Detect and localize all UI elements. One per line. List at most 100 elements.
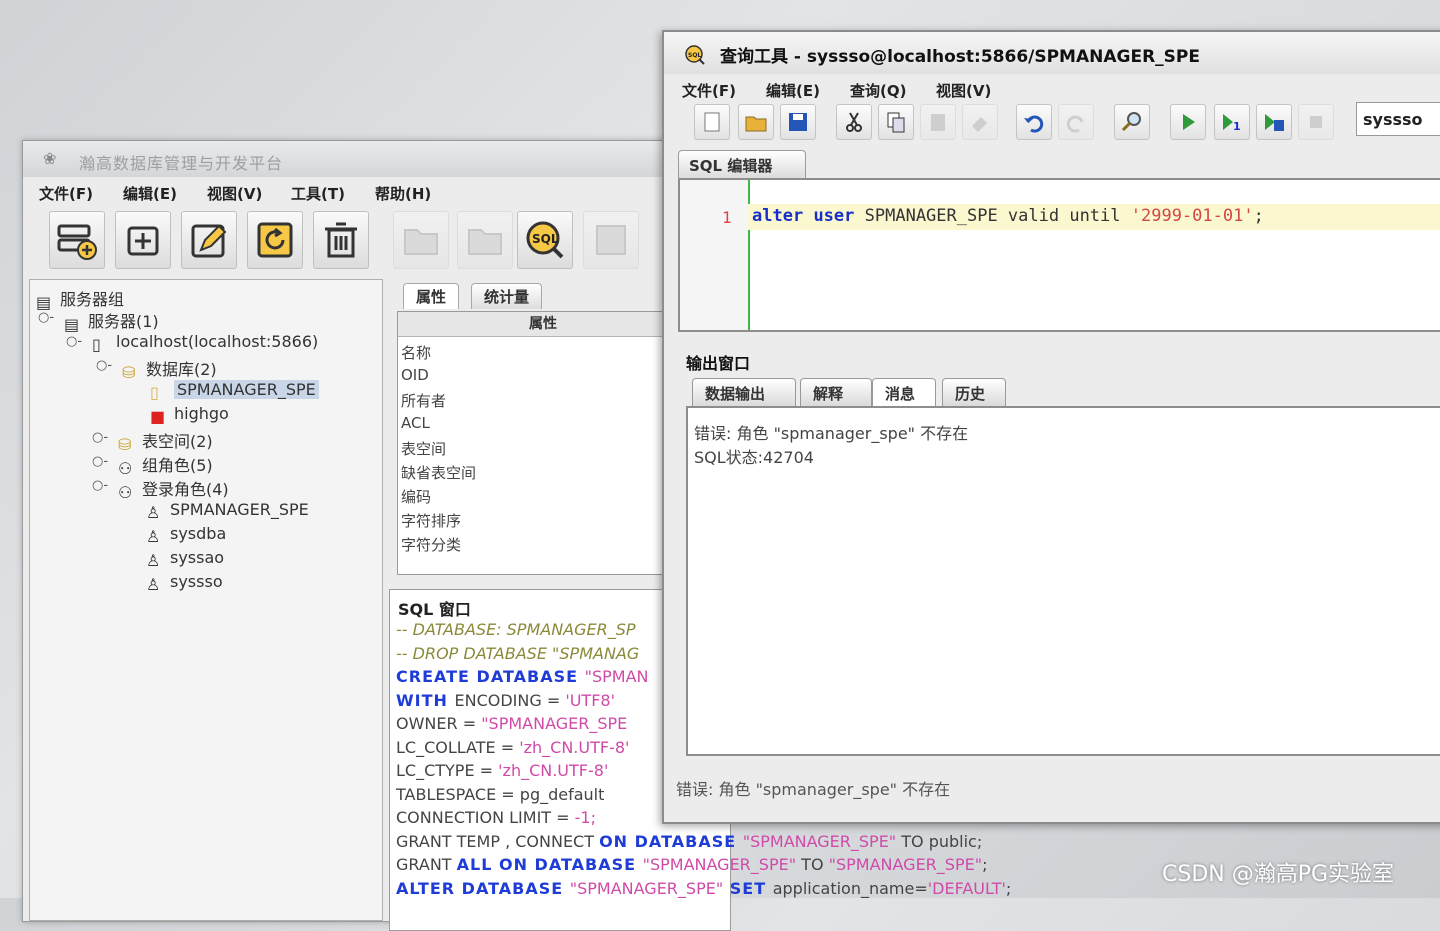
- sql-line: OWNER = "SPMANAGER_SPE: [396, 714, 627, 733]
- tablespace-icon: ⛁: [118, 435, 132, 454]
- sql-token: 'DEFAULT': [927, 878, 1006, 898]
- open-button[interactable]: [738, 104, 774, 140]
- status-bar: 错误: 角色 "spmanager_spe" 不存在: [676, 780, 951, 799]
- sql-token: ENCODING =: [454, 690, 566, 710]
- tab-history[interactable]: 历史: [942, 378, 1006, 406]
- new-button[interactable]: [694, 104, 730, 140]
- copy-button[interactable]: [878, 104, 914, 140]
- user-combo[interactable]: syssso: [1356, 102, 1440, 136]
- sql-query-icon: SQL: [685, 45, 705, 65]
- copy-icon: [887, 112, 905, 133]
- main-title: 瀚高数据库管理与开发平台: [79, 154, 284, 173]
- tree-db-highgo[interactable]: ■ highgo: [150, 404, 229, 426]
- sql-token: TABLESPACE = pg_default: [396, 784, 605, 804]
- sql-token: TO public;: [896, 831, 983, 851]
- prop-row[interactable]: 字符排序: [401, 510, 461, 531]
- tree-group-roles[interactable]: ⚇ 组角色(5): [118, 452, 213, 478]
- prop-row[interactable]: 所有者: [401, 390, 446, 411]
- tree-login-syssso[interactable]: ♙ syssso: [146, 572, 223, 594]
- tab-data-output[interactable]: 数据输出: [692, 378, 796, 406]
- sql-query-icon: SQL: [526, 221, 564, 259]
- tab-statistics[interactable]: 统计量: [471, 283, 543, 309]
- main-window: ❀ 瀚高数据库管理与开发平台 文件(F) 编辑(E) 视图(V) 工具(T) 帮…: [22, 140, 1011, 931]
- tab-messages[interactable]: 消息: [872, 378, 936, 406]
- tree-servers[interactable]: ▤ 服务器(1): [64, 308, 159, 334]
- sql-token: ON DATABASE: [599, 831, 743, 851]
- tab-sql-editor[interactable]: SQL 编辑器: [678, 150, 806, 178]
- redo-button[interactable]: [1058, 104, 1094, 140]
- tree-databases[interactable]: ⛁ 数据库(2): [122, 356, 217, 382]
- expand-toggle-icon[interactable]: ○-: [92, 430, 108, 445]
- refresh-button[interactable]: [247, 211, 303, 269]
- open-folder-button[interactable]: [393, 211, 449, 269]
- collapse-toggle-icon[interactable]: ○-: [92, 478, 108, 493]
- add-button[interactable]: [115, 211, 171, 269]
- tree-db-spmanager[interactable]: ▯ SPMANAGER_SPE: [150, 380, 319, 402]
- save-button[interactable]: [780, 104, 816, 140]
- sql-query-button[interactable]: SQL: [517, 211, 573, 269]
- sql-editor[interactable]: 1 alter user SPMANAGER_SPE valid until '…: [678, 178, 1440, 332]
- tab-properties[interactable]: 属性: [403, 283, 460, 309]
- query-menu-edit[interactable]: 编辑(E): [766, 80, 820, 101]
- collapse-toggle-icon[interactable]: ○-: [66, 334, 82, 349]
- find-button[interactable]: [1114, 104, 1150, 140]
- prop-row[interactable]: OID: [401, 366, 429, 384]
- stop-button[interactable]: [1298, 104, 1334, 140]
- tree-login-syssao[interactable]: ♙ syssao: [146, 548, 224, 570]
- server-group-icon: ▤: [36, 293, 52, 312]
- tree-login-spmanager[interactable]: ♙ SPMANAGER_SPE: [146, 500, 309, 522]
- menu-edit[interactable]: 编辑(E): [123, 183, 177, 204]
- editor-code-line[interactable]: alter user SPMANAGER_SPE valid until '29…: [752, 206, 1264, 226]
- paste-button[interactable]: [920, 104, 956, 140]
- sql-line: CREATE DATABASE "SPMAN: [396, 667, 649, 686]
- query-menu-file[interactable]: 文件(F): [682, 80, 736, 101]
- execute-button[interactable]: [1170, 104, 1206, 140]
- save-icon: [789, 113, 807, 131]
- menu-tools[interactable]: 工具(T): [291, 183, 345, 204]
- prop-row[interactable]: 表空间: [401, 438, 446, 459]
- run-step-icon: 1: [1223, 114, 1241, 133]
- tree-tablespaces[interactable]: ⛁ 表空间(2): [118, 428, 213, 454]
- sql-token: "SPMAN: [584, 667, 649, 686]
- collapse-toggle-icon[interactable]: ○-: [96, 358, 112, 373]
- query-menu-view[interactable]: 视图(V): [936, 80, 991, 101]
- sql-line: TABLESPACE = pg_default: [396, 785, 604, 804]
- add-server-button[interactable]: [49, 211, 105, 269]
- prop-row[interactable]: 字符分类: [401, 534, 461, 555]
- menu-help[interactable]: 帮助(H): [375, 183, 431, 204]
- user-icon: ♙: [146, 551, 161, 570]
- tab-explain[interactable]: 解释: [800, 378, 872, 406]
- server-icon: ▤: [64, 315, 80, 334]
- collapse-toggle-icon[interactable]: ○-: [38, 310, 54, 325]
- expand-toggle-icon[interactable]: ○-: [92, 454, 108, 469]
- sql-token: "SPMANAGER_SPE": [828, 855, 983, 874]
- cut-button[interactable]: [836, 104, 872, 140]
- sql-token: ALTER DATABASE: [396, 878, 570, 898]
- folder-button[interactable]: [457, 211, 513, 269]
- prop-row[interactable]: 编码: [401, 486, 431, 507]
- menu-view[interactable]: 视图(V): [207, 183, 262, 204]
- execute-to-file-button[interactable]: [1256, 104, 1292, 140]
- grid-button[interactable]: [583, 211, 639, 269]
- sql-token: 'zh_CN.UTF-8': [519, 737, 630, 757]
- messages-pane[interactable]: 错误: 角色 "spmanager_spe" 不存在 SQL状态:42704: [686, 406, 1440, 756]
- prop-row[interactable]: ACL: [401, 414, 430, 432]
- open-folder-icon: [745, 116, 767, 132]
- execute-step-button[interactable]: 1: [1214, 104, 1250, 140]
- cut-icon: [846, 112, 862, 132]
- menu-file[interactable]: 文件(F): [39, 183, 93, 204]
- sql-window-title: SQL 窗口: [398, 600, 471, 619]
- clear-button[interactable]: [962, 104, 998, 140]
- prop-row[interactable]: 缺省表空间: [401, 462, 476, 483]
- sql-state-message: SQL状态:42704: [694, 448, 814, 467]
- undo-button[interactable]: [1016, 104, 1052, 140]
- edit-button[interactable]: [181, 211, 237, 269]
- delete-button[interactable]: [313, 211, 369, 269]
- tree-login-sysdba[interactable]: ♙ sysdba: [146, 524, 226, 546]
- tree-login-roles[interactable]: ⚇ 登录角色(4): [118, 476, 229, 502]
- user-icon: ♙: [146, 527, 161, 546]
- query-menu-query[interactable]: 查询(Q): [850, 80, 906, 101]
- sql-line: GRANT TEMP , CONNECT ON DATABASE "SPMANA…: [396, 832, 982, 851]
- tree-host[interactable]: ▯ localhost(localhost:5866): [92, 332, 318, 354]
- prop-row[interactable]: 名称: [401, 342, 431, 363]
